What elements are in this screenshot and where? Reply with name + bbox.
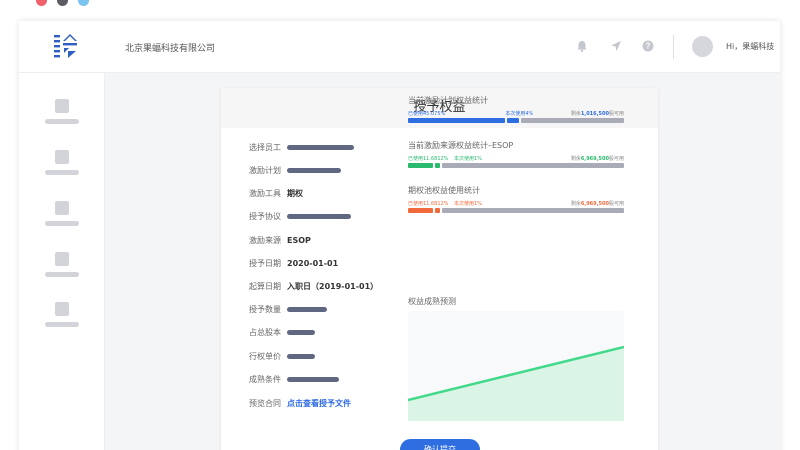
used-segment	[408, 208, 434, 213]
usage-bar	[408, 208, 624, 213]
top-bar: 北京果蝠科技有限公司 ? Hi，果蝠科技	[19, 21, 780, 73]
field-value: 入职日（2019-01-01）	[287, 281, 379, 291]
value-placeholder	[287, 144, 354, 150]
usage-bar	[408, 118, 624, 123]
field-label: 授予日期	[249, 258, 281, 268]
stat-title: 当前激励计划权益统计	[408, 96, 488, 105]
svg-text:?: ?	[646, 42, 651, 51]
field-contract: 预览合同 点击查看授予文件	[249, 397, 351, 409]
nav-placeholder-label	[45, 272, 79, 277]
field-label: 激励来源	[249, 235, 281, 245]
value-placeholder	[287, 353, 315, 359]
used-label: 已使用11.6812%	[408, 201, 449, 207]
nav-placeholder-icon	[55, 99, 69, 113]
sidebar-item-4[interactable]	[45, 252, 79, 282]
app-window: 北京果蝠科技有限公司 ? Hi，果蝠科技 授予权益 选择员工 激励计划 激励工具…	[19, 21, 780, 450]
nav-placeholder-icon	[55, 150, 69, 164]
remaining-segment	[442, 163, 624, 168]
used-segment	[408, 118, 506, 123]
send-icon[interactable]	[609, 39, 623, 53]
remaining-segment	[442, 208, 624, 213]
grant-card: 授予权益 选择员工 激励计划 激励工具 期权 授予协议 激励来源 ESOP 授予日期…	[221, 88, 658, 450]
current-label: 本次使用1%	[454, 201, 482, 207]
value-placeholder	[287, 167, 341, 173]
nav-placeholder-label	[45, 322, 79, 327]
field-start-date: 起算日期 入职日（2019-01-01）	[249, 280, 378, 292]
field-label: 成熟条件	[249, 374, 281, 384]
submit-button[interactable]: 确认提交	[400, 439, 480, 450]
stat-title: 当前激励来源权益统计–ESOP	[408, 141, 514, 150]
field-value: 2020-01-01	[287, 258, 339, 268]
field-source: 激励来源 ESOP	[249, 234, 311, 246]
avatar[interactable]	[692, 36, 713, 57]
current-label: 本次使用1%	[454, 156, 482, 162]
close-dot[interactable]	[36, 0, 47, 6]
company-name: 北京果蝠科技有限公司	[125, 44, 216, 54]
sidebar-item-3[interactable]	[45, 201, 79, 231]
nav-placeholder-icon	[55, 201, 69, 215]
usage-bar	[408, 163, 624, 168]
remain-label: 剩余1,016,500股可用	[570, 111, 624, 117]
field-label: 起算日期	[249, 281, 281, 291]
remaining-segment	[521, 118, 624, 123]
user-greeting[interactable]: Hi，果蝠科技	[726, 41, 774, 52]
field-value: 期权	[287, 188, 303, 198]
field-plan[interactable]: 激励计划	[249, 164, 341, 176]
current-label: 本次使用4%	[505, 111, 534, 117]
value-placeholder	[287, 306, 327, 312]
stat-title: 期权池权益使用统计	[408, 186, 480, 195]
nav-placeholder-label	[45, 221, 79, 226]
used-label: 已使用45.075%	[408, 111, 446, 117]
vesting-title: 权益成熟预测	[408, 297, 456, 306]
sidebar-item-2[interactable]	[45, 150, 79, 180]
field-agreement[interactable]: 授予协议	[249, 210, 351, 222]
field-label: 预览合同	[249, 398, 281, 408]
field-grant-date: 授予日期 2020-01-01	[249, 257, 338, 269]
value-placeholder	[287, 329, 315, 335]
field-label: 授予数量	[249, 304, 281, 314]
current-segment	[435, 208, 441, 213]
field-quantity[interactable]: 授予数量	[249, 303, 327, 315]
field-label: 占总股本	[249, 327, 281, 337]
field-label: 选择员工	[249, 142, 281, 152]
value-placeholder	[287, 376, 339, 382]
used-label: 已使用11.6812%	[408, 156, 449, 162]
field-value: ESOP	[287, 235, 311, 245]
nav-placeholder-icon	[55, 252, 69, 266]
view-contract-link[interactable]: 点击查看授予文件	[287, 398, 351, 409]
logo-icon	[54, 34, 77, 58]
field-tool: 激励工具 期权	[249, 187, 303, 199]
window-controls	[36, 0, 89, 6]
sidebar-item-1[interactable]	[45, 99, 79, 129]
field-employee[interactable]: 选择员工	[249, 141, 354, 153]
nav-placeholder-icon	[55, 302, 69, 316]
vesting-chart	[407, 311, 625, 421]
minimize-dot[interactable]	[57, 0, 68, 6]
field-ratio: 占总股本	[249, 326, 315, 338]
sidebar-item-5[interactable]	[45, 302, 79, 332]
remain-label: 剩余6,969,500股可用	[570, 156, 624, 162]
help-icon[interactable]: ?	[641, 39, 655, 53]
field-label: 行权单价	[249, 351, 281, 361]
field-label: 激励工具	[249, 188, 281, 198]
used-segment	[408, 163, 434, 168]
value-placeholder	[287, 213, 351, 219]
current-segment	[435, 163, 441, 168]
current-segment	[507, 118, 520, 123]
maximize-dot[interactable]	[78, 0, 89, 6]
vesting-area	[408, 347, 624, 421]
field-condition[interactable]: 成熟条件	[249, 373, 339, 385]
bell-icon[interactable]	[575, 39, 589, 53]
field-label: 激励计划	[249, 165, 281, 175]
nav-placeholder-label	[45, 119, 79, 124]
divider	[673, 35, 674, 59]
remain-label: 剩余6,969,500股可用	[570, 201, 624, 207]
nav-placeholder-label	[45, 170, 79, 175]
field-label: 授予协议	[249, 211, 281, 221]
field-price[interactable]: 行权单价	[249, 350, 315, 362]
sidebar	[19, 73, 105, 450]
